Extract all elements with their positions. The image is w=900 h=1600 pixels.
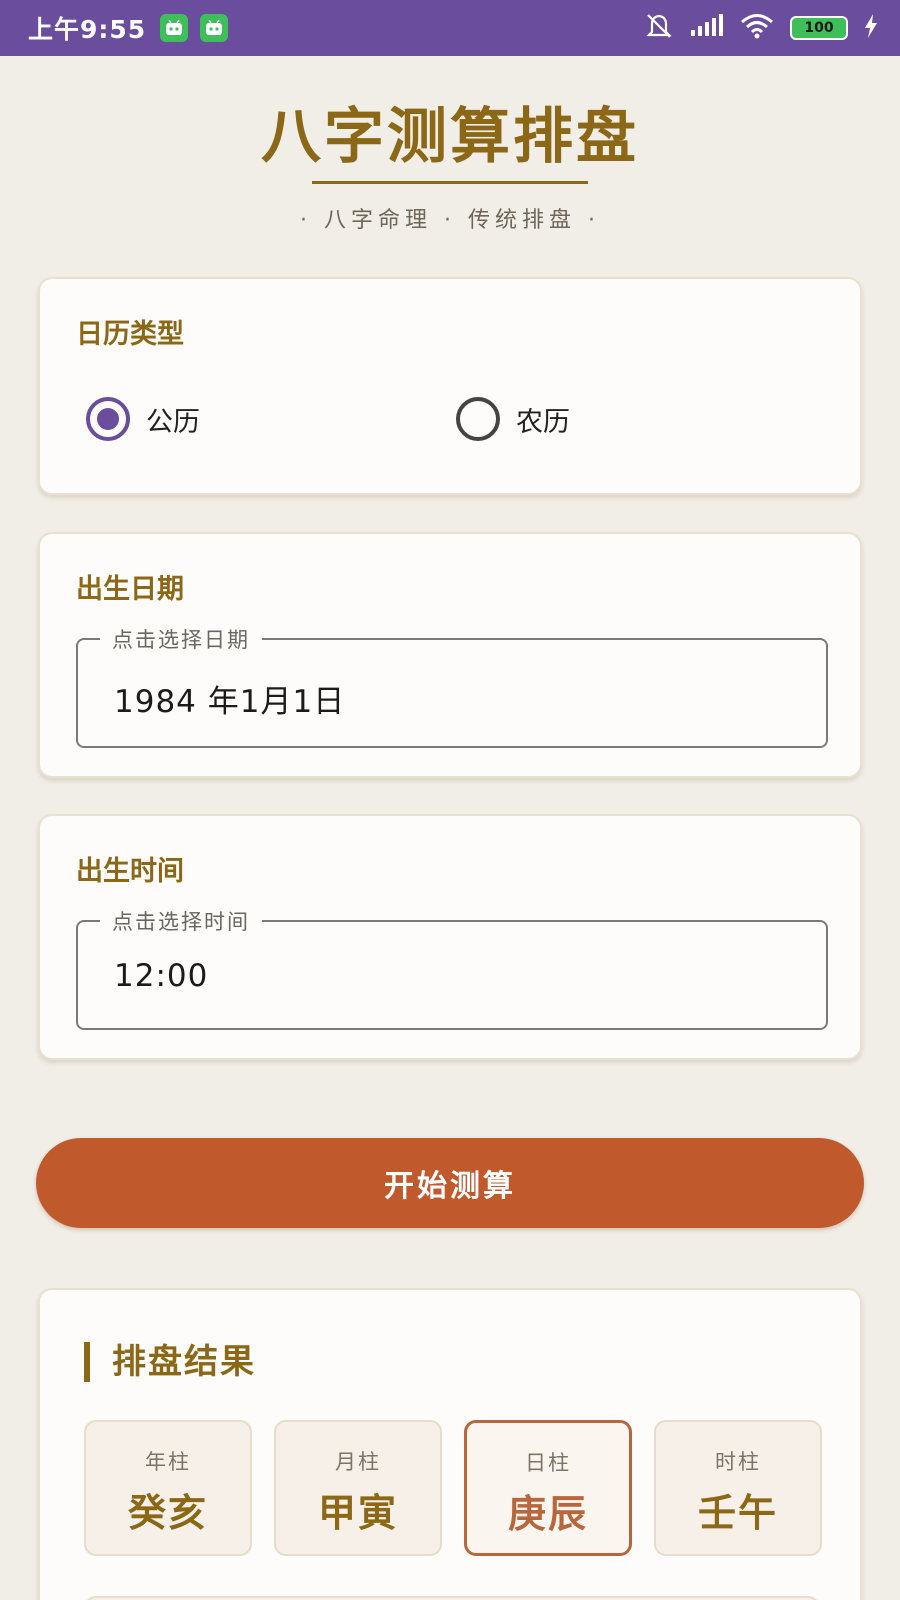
- pillar-hour[interactable]: 时柱 壬午: [654, 1420, 822, 1556]
- pillar-day[interactable]: 日柱 庚辰: [464, 1420, 632, 1556]
- radio-solar-calendar[interactable]: 公历: [86, 397, 200, 441]
- pillar-label: 时柱: [715, 1450, 761, 1474]
- battery-level: 100: [804, 20, 834, 36]
- charging-icon: [864, 14, 878, 42]
- pillar-year[interactable]: 年柱 癸亥: [84, 1420, 252, 1556]
- birth-time-hint: 点击选择时间: [100, 906, 262, 936]
- birth-time-value: 12:00: [114, 958, 209, 994]
- pillar-label: 年柱: [145, 1450, 191, 1474]
- birth-time-card: 出生时间 点击选择时间 12:00: [38, 814, 862, 1060]
- start-calculation-button[interactable]: 开始测算: [36, 1138, 864, 1228]
- wifi-icon: [740, 13, 774, 43]
- status-bar: 上午9:55 100: [0, 0, 900, 56]
- pillar-label: 日柱: [525, 1451, 571, 1475]
- pillar-value: 癸亥: [127, 1490, 208, 1535]
- birth-date-card: 出生日期 点击选择日期 1984 年1月1日: [38, 532, 862, 778]
- status-time: 上午9:55: [28, 15, 147, 44]
- birth-date-label: 出生日期: [76, 574, 184, 605]
- radio-solar-label: 公历: [146, 406, 200, 438]
- birth-date-hint: 点击选择日期: [100, 624, 262, 654]
- mute-icon: [644, 12, 674, 44]
- app-notification-icon: [200, 14, 229, 42]
- birth-date-value: 1984 年1月1日: [114, 684, 346, 720]
- radio-lunar-label: 农历: [516, 406, 570, 438]
- pillar-value: 甲寅: [317, 1490, 398, 1535]
- birth-time-field[interactable]: 点击选择时间 12:00: [76, 906, 828, 1030]
- calendar-type-card: 日历类型 公历 农历: [38, 277, 862, 495]
- result-title-marker: [84, 1342, 90, 1382]
- radio-unchecked-icon: [456, 397, 500, 441]
- app-notification-icon: [160, 14, 189, 42]
- result-detail-row: [84, 1596, 820, 1600]
- battery-icon: 100: [790, 16, 848, 40]
- pillar-month[interactable]: 月柱 甲寅: [274, 1420, 442, 1556]
- result-title: 排盘结果: [112, 1342, 256, 1382]
- page-subtitle: · 八字命理 · 传统排盘 ·: [300, 208, 600, 233]
- title-divider: [312, 181, 588, 184]
- radio-checked-icon: [86, 397, 130, 441]
- calendar-type-label: 日历类型: [76, 319, 184, 350]
- pillar-value: 壬午: [697, 1490, 778, 1535]
- birth-time-label: 出生时间: [76, 856, 184, 887]
- page-title: 八字测算排盘: [261, 102, 639, 172]
- pillar-value: 庚辰: [507, 1491, 588, 1536]
- birth-date-field[interactable]: 点击选择日期 1984 年1月1日: [76, 624, 828, 748]
- radio-lunar-calendar[interactable]: 农历: [456, 397, 570, 441]
- result-card: 排盘结果 年柱 癸亥 月柱 甲寅 日柱 庚辰 时柱 壬午: [38, 1288, 862, 1600]
- pillar-label: 月柱: [335, 1450, 381, 1474]
- signal-icon: [690, 14, 724, 42]
